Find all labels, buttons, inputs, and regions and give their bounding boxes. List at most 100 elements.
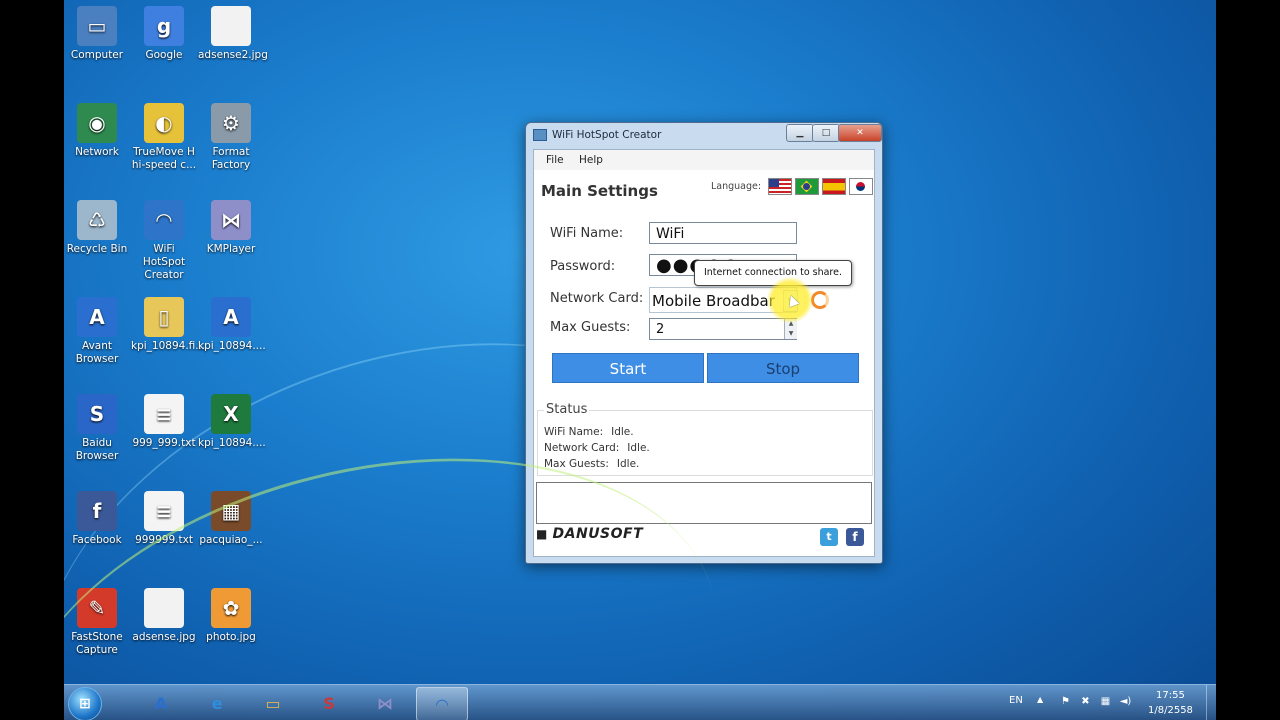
flag-spain-icon[interactable] — [822, 178, 846, 195]
desktop-icon[interactable]: ◉ Network — [64, 103, 130, 159]
language-label: Language: — [711, 181, 762, 192]
status-guests: Max Guests: Idle. — [544, 458, 639, 470]
desktop-icon-label: Google — [145, 49, 183, 61]
taskbar: ⊞ Ae ▭ S ⋈ ◠ EN ▲ ⚑ ✖ ▦ ◄) 17:55 1/8/2558 — [64, 684, 1216, 720]
desktop-icon[interactable]: ▯ kpi_10894.fi... — [131, 297, 206, 353]
desktop-icon-label: KMPlayer — [206, 243, 256, 255]
wifi-hotspot-icon: ◠ — [435, 694, 449, 714]
taskbar-file-explorer-button[interactable]: ▭ — [248, 687, 298, 719]
desktop-icon-label: Recycle Bin — [66, 243, 128, 255]
flag-alert-icon[interactable]: ✖ — [1079, 695, 1092, 708]
file-explorer-icon: ▭ — [265, 693, 281, 713]
danusoft-logo[interactable]: DANUSOFT — [536, 526, 643, 542]
show-desktop-button[interactable] — [1206, 685, 1216, 720]
start-button[interactable]: Start — [552, 353, 704, 383]
desktop-icon[interactable]: Akpi_10894.... — [198, 297, 266, 353]
desktop-icon[interactable]: ◠ WiFi HotSpot Creator — [131, 200, 197, 282]
desktop-icon[interactable]: ≡ 999_999.txt — [131, 394, 197, 450]
desktop-icon[interactable]: adsense2.jpg — [198, 6, 268, 62]
desktop-icon-image: S — [77, 394, 117, 434]
desktop-icon[interactable]: ✎ FastStone Capture — [64, 588, 130, 657]
desktop-icon[interactable]: f Facebook — [64, 491, 130, 547]
mouse-cursor-highlight — [767, 277, 813, 323]
menu-file[interactable]: File — [546, 154, 564, 166]
desktop-icon[interactable]: A Avant Browser — [64, 297, 130, 366]
facebook-icon[interactable]: f — [846, 528, 864, 546]
flag-us-icon[interactable] — [768, 178, 792, 195]
desktop-icon-label: kpi_10894.... — [198, 340, 266, 352]
taskbar-wifi-hotspot-button[interactable]: ◠ — [416, 687, 468, 720]
desktop-icon-label: kpi_10894.fi... — [131, 340, 206, 352]
menu-help[interactable]: Help — [579, 154, 603, 166]
language-indicator[interactable]: EN — [1009, 695, 1023, 706]
desktop-icon[interactable]: adsense.jpg — [131, 588, 197, 644]
desktop-icon[interactable]: Xkpi_10894.... — [198, 394, 266, 450]
desktop-icon[interactable]: ⋈ KMPlayer — [198, 200, 264, 256]
desktop-icon-image: ✎ — [77, 588, 117, 628]
tooltip: Internet connection to share. — [694, 260, 852, 286]
flag-brazil-icon[interactable] — [795, 178, 819, 195]
title-bar[interactable]: WiFi HotSpot Creator ▁ □ ✕ — [526, 123, 882, 147]
start-button[interactable]: ⊞ — [68, 687, 102, 720]
wifi-hotspot-window: WiFi HotSpot Creator ▁ □ ✕ File Help Mai… — [525, 122, 883, 564]
close-button[interactable]: ✕ — [838, 124, 882, 142]
desktop-icon[interactable]: S Baidu Browser — [64, 394, 130, 463]
desktop-icon-image: A — [211, 297, 251, 337]
stop-button[interactable]: Stop — [707, 353, 859, 383]
stepper-down-icon[interactable]: ▼ — [784, 329, 797, 339]
flag-korea-icon[interactable] — [849, 178, 873, 195]
desktop-icon[interactable]: ◐ TrueMove H hi-speed c... — [131, 103, 197, 172]
desktop-icon[interactable]: ▦ pacquiao_... — [198, 491, 264, 547]
menu-bar: File Help — [534, 150, 874, 170]
minimize-button[interactable]: ▁ — [786, 124, 814, 142]
desktop-icon[interactable]: ♺ Recycle Bin — [64, 200, 130, 256]
clock-date[interactable]: 1/8/2558 — [1148, 705, 1193, 716]
wifi-name-label: WiFi Name: — [550, 226, 624, 241]
action-center-icon[interactable]: ⚑ — [1059, 695, 1072, 708]
desktop-icon-label: 999_999.txt — [132, 437, 196, 449]
log-box[interactable] — [536, 482, 872, 524]
clock-time[interactable]: 17:55 — [1156, 690, 1185, 701]
maximize-button[interactable]: □ — [812, 124, 840, 142]
desktop-icon[interactable]: ✿ photo.jpg — [198, 588, 264, 644]
status-wifi-label: WiFi Name: — [544, 426, 604, 438]
status-wifi-value: Idle. — [611, 426, 634, 438]
desktop-icon-image: X — [211, 394, 251, 434]
desktop-icon[interactable]: ≡ 999999.txt — [131, 491, 197, 547]
refresh-icon[interactable] — [811, 291, 829, 309]
status-card: Network Card: Idle. — [544, 442, 650, 454]
desktop-icon[interactable]: ⚙ Format Factory — [198, 103, 264, 172]
desktop-icon-image: ⚙ — [211, 103, 251, 143]
taskbar-baidu-browser-button[interactable]: S — [304, 687, 354, 719]
desktop-icon-image: ♺ — [77, 200, 117, 240]
desktop-icon[interactable]: g Google — [131, 6, 197, 62]
desktop-icon-label: photo.jpg — [206, 631, 256, 643]
wifi-name-input[interactable]: WiFi — [649, 222, 797, 244]
taskbar-internet-explorer-button[interactable]: e — [192, 687, 242, 719]
taskbar-kmplayer-button[interactable]: ⋈ — [360, 687, 410, 719]
network-icon[interactable]: ▦ — [1099, 695, 1112, 708]
desktop-icon-label: Network — [75, 146, 119, 158]
desktop-icon-label: kpi_10894.... — [198, 437, 266, 449]
status-guests-label: Max Guests: — [544, 458, 609, 470]
show-hidden-icons-icon[interactable]: ▲ — [1037, 695, 1043, 704]
network-card-label: Network Card: — [550, 291, 644, 306]
max-guests-label: Max Guests: — [550, 320, 631, 335]
desktop-icon-label: WiFi HotSpot Creator — [142, 243, 186, 281]
volume-icon[interactable]: ◄) — [1119, 695, 1132, 708]
desktop-icon[interactable]: ▭ Computer — [64, 6, 130, 62]
status-card-label: Network Card: — [544, 442, 620, 454]
status-guests-value: Idle. — [616, 458, 640, 470]
taskbar-avant-browser-button[interactable]: A — [136, 687, 186, 719]
twitter-icon[interactable]: t — [820, 528, 838, 546]
desktop-icon-image: ▦ — [211, 491, 251, 531]
desktop-icon-image: ◉ — [77, 103, 117, 143]
max-guests-stepper[interactable]: 2 — [649, 318, 797, 340]
desktop-icon-label: adsense2.jpg — [198, 49, 268, 61]
desktop-icon-image: ≡ — [144, 394, 184, 434]
desktop-icon-label: 999999.txt — [135, 534, 193, 546]
kmplayer-icon: ⋈ — [377, 693, 393, 713]
desktop-icon-image: ◠ — [144, 200, 184, 240]
desktop-icon-label: adsense.jpg — [132, 631, 196, 643]
desktop-icon-label: Format Factory — [211, 146, 251, 171]
